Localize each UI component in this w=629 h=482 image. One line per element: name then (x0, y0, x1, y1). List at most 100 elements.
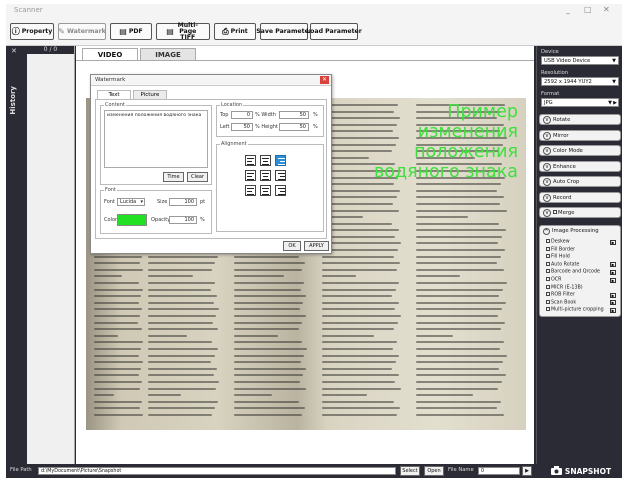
width-input[interactable]: 50 (279, 111, 309, 119)
play-icon[interactable]: ▶ (610, 269, 616, 275)
history-label[interactable]: History (9, 86, 17, 115)
play-icon[interactable]: ▶ (610, 300, 616, 306)
file-path-input[interactable]: d:\MyDocument\Picture\Snapshot (38, 467, 396, 475)
checkbox[interactable] (546, 299, 550, 304)
text-line (416, 394, 473, 397)
checkbox[interactable] (546, 239, 550, 243)
time-button[interactable]: Time (163, 172, 184, 182)
maximize-icon[interactable]: □ (584, 5, 592, 14)
settings-row-color-mode[interactable]: v Color Mode (539, 145, 621, 156)
load-parameter-button[interactable]: Load Parameter (306, 23, 362, 40)
text-line (322, 413, 397, 416)
apply-button[interactable]: APPLY (304, 241, 329, 251)
thumbnail-list[interactable]: 0 / 0 (27, 46, 75, 464)
font-select[interactable]: Lucida ▾ (117, 198, 145, 206)
opacity-input[interactable]: 100 (169, 216, 197, 224)
dialog-tab-text[interactable]: Text (97, 90, 131, 99)
play-icon[interactable]: ▶ (613, 99, 617, 107)
ip-item[interactable]: MICR (E-13B) (546, 284, 583, 291)
settings-row-auto-crop[interactable]: v Auto Crop (539, 176, 621, 187)
play-icon[interactable]: ▶ (610, 262, 616, 268)
resolution-select[interactable]: 2592 x 1944 YUY2 ▼ (541, 77, 619, 86)
size-input[interactable]: 100 (169, 198, 197, 206)
format-select[interactable]: JPG ▼ ▶ (541, 98, 619, 107)
ok-button[interactable]: OK (283, 241, 301, 251)
align-bottom-center-icon[interactable] (260, 185, 271, 196)
settings-row-mirror[interactable]: v Mirror (539, 129, 621, 141)
ip-item-label: MICR (E-13B) (551, 285, 583, 291)
left-input[interactable]: 50 (231, 123, 253, 131)
open-button[interactable]: Open (424, 466, 444, 476)
dialog-close-icon[interactable]: ✕ (320, 76, 329, 84)
ip-item[interactable]: ROB Filter (546, 292, 575, 298)
tab-image[interactable]: IMAGE (140, 48, 196, 60)
text-line (94, 407, 140, 410)
checkbox[interactable] (546, 269, 550, 274)
height-input[interactable]: 50 (279, 123, 309, 131)
checkbox[interactable] (546, 284, 550, 289)
settings-row-enhance[interactable]: v Enhance (539, 160, 621, 172)
text-line (234, 400, 300, 403)
settings-row-record[interactable]: v Record (539, 191, 621, 203)
ip-item[interactable]: Scan Book (546, 299, 576, 305)
ip-item[interactable]: Deskew (546, 239, 570, 245)
play-icon[interactable]: ▶ (610, 239, 616, 245)
ip-item[interactable]: Fill Hold (546, 254, 570, 260)
play-icon[interactable]: ▶ (610, 277, 616, 283)
dialog-tab-picture[interactable]: Picture (133, 90, 167, 99)
align-top-right-icon[interactable] (275, 155, 286, 166)
text-line (322, 202, 394, 205)
text-line (416, 301, 506, 304)
ip-item[interactable]: Auto Rotate (546, 261, 579, 267)
watermark-button[interactable]: ✎ Watermark (58, 23, 106, 40)
ip-item-label: Fill Hold (551, 254, 570, 260)
snapshot-button[interactable]: SNAPSHOT (542, 464, 620, 478)
align-bottom-left-icon[interactable] (245, 185, 256, 196)
settings-row-merge[interactable]: v Merge (539, 207, 621, 218)
align-middle-center-icon[interactable] (260, 170, 271, 181)
top-input[interactable]: 0 (231, 111, 253, 119)
property-button[interactable]: ⓘ Property (10, 23, 54, 40)
align-bottom-right-icon[interactable] (275, 185, 286, 196)
ip-item[interactable]: Fill Border (546, 246, 575, 252)
align-middle-right-icon[interactable] (275, 170, 286, 181)
chevron-up-icon[interactable]: ^ (543, 228, 550, 235)
save-parameter-button[interactable]: Save Parameter (256, 23, 312, 40)
alignment-label: Alignment (220, 141, 248, 147)
settings-row-rotate[interactable]: v Rotate (539, 114, 621, 125)
device-select[interactable]: USB Video Device ▼ (541, 56, 619, 65)
close-window-icon[interactable]: ✕ (603, 5, 610, 14)
play-icon[interactable]: ▶ (610, 307, 616, 313)
checkbox[interactable] (546, 261, 550, 266)
pdf-button[interactable]: ▤ PDF (110, 23, 152, 40)
select-button[interactable]: Select (400, 466, 420, 476)
text-line (234, 334, 278, 337)
checkbox[interactable] (546, 292, 550, 297)
align-middle-left-icon[interactable] (245, 170, 256, 181)
tab-video[interactable]: VIDEO (82, 48, 138, 60)
file-name-input[interactable]: 0 (478, 467, 520, 475)
checkbox[interactable] (546, 277, 550, 281)
content-textarea[interactable]: изменения положения водяного знака (104, 110, 208, 168)
multipage-tiff-button[interactable]: ▤ Multi-Page TIFF (156, 22, 210, 40)
text-line (416, 216, 468, 219)
merge-checkbox[interactable] (553, 210, 557, 214)
checkbox[interactable] (546, 254, 550, 259)
print-button[interactable]: ⎙ Print (214, 23, 256, 40)
clear-button[interactable]: Clear (187, 172, 208, 182)
color-swatch[interactable] (117, 214, 147, 226)
ip-item[interactable]: Multi-picture cropping (546, 307, 604, 313)
align-top-center-icon[interactable] (260, 155, 271, 166)
checkbox[interactable] (546, 246, 550, 251)
ip-item[interactable]: Barcode and Qrcode (546, 269, 600, 275)
ip-item[interactable]: OCR (546, 277, 561, 283)
align-top-left-icon[interactable] (245, 155, 256, 166)
play-icon[interactable]: ▶ (610, 292, 616, 298)
checkbox[interactable] (546, 307, 550, 312)
text-line (148, 341, 213, 344)
close-history-icon[interactable]: ✕ (11, 47, 17, 55)
file-name-play-button[interactable]: ▶ (522, 466, 532, 476)
window-title: Scanner (14, 6, 43, 14)
text-line (94, 255, 142, 258)
minimize-icon[interactable]: _ (566, 5, 570, 14)
